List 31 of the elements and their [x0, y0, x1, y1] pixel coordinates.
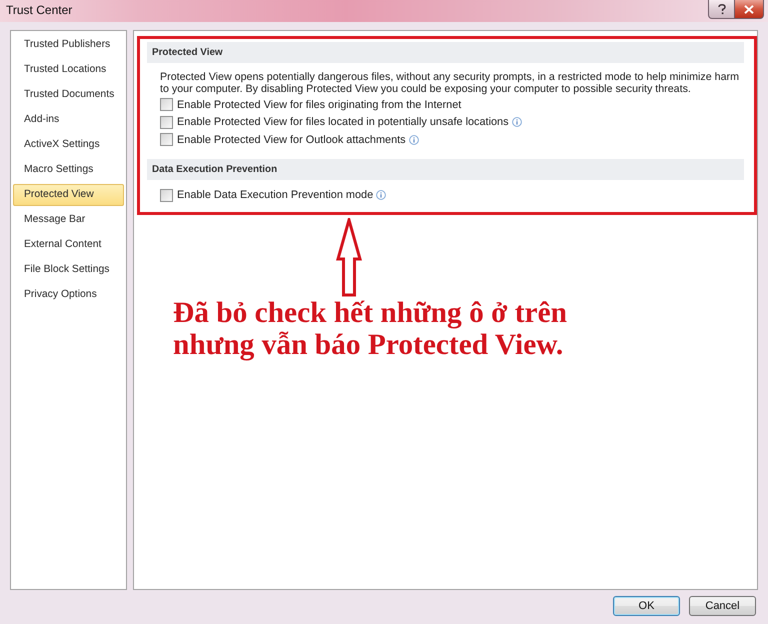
checkbox[interactable]	[160, 98, 173, 112]
sidebar-item[interactable]: Protected View	[13, 184, 124, 206]
close-button[interactable]	[735, 0, 764, 19]
checkbox[interactable]	[160, 188, 173, 202]
sidebar-item[interactable]: Add-ins	[13, 109, 124, 131]
cancel-button[interactable]: Cancel	[689, 596, 756, 616]
sidebar-item[interactable]: Trusted Documents	[13, 84, 124, 106]
option-label[interactable]: Enable Protected View for files originating from the Internet	[177, 96, 462, 113]
sidebar-item[interactable]: ActiveX Settings	[13, 134, 124, 156]
sidebar-item[interactable]: Macro Settings	[13, 159, 124, 181]
help-icon	[718, 4, 726, 14]
window-title: Trust Center	[5, 2, 72, 19]
annotation-text: Đã bỏ check hết những ô ở trên nhưng vẫn báo Protected View.	[173, 297, 568, 361]
close-icon	[744, 4, 754, 14]
sidebar-item[interactable]: Message Bar	[13, 209, 124, 231]
up-arrow-icon	[336, 218, 362, 297]
sidebar-item[interactable]: External Content	[13, 234, 124, 256]
help-button[interactable]	[708, 0, 735, 19]
section-header: Protected View	[147, 42, 744, 63]
checkbox[interactable]	[160, 133, 173, 146]
checkbox[interactable]	[160, 116, 173, 129]
sidebar-item[interactable]: Privacy Options	[13, 284, 124, 306]
sidebar-item[interactable]: File Block Settings	[13, 259, 124, 281]
sidebar-item[interactable]: Trusted Locations	[13, 59, 124, 81]
option-label[interactable]: Enable Data Execution Prevention mode	[177, 187, 374, 204]
ok-button[interactable]: OK	[613, 596, 680, 616]
option-label[interactable]: Enable Protected View for Outlook attachments	[177, 132, 406, 148]
section-header: Data Execution Prevention	[147, 158, 744, 180]
sidebar-item[interactable]: Trusted Publishers	[13, 34, 124, 56]
description-text: Protected View opens potentially dangerous files, without any security prompts, in a restricted mode to help minimize harm to your computer. By disabling Protected View you could be exposing your computer to possible security threats.	[160, 71, 740, 95]
option-label[interactable]: Enable Protected View for files located in potentially unsafe locations	[177, 114, 509, 130]
